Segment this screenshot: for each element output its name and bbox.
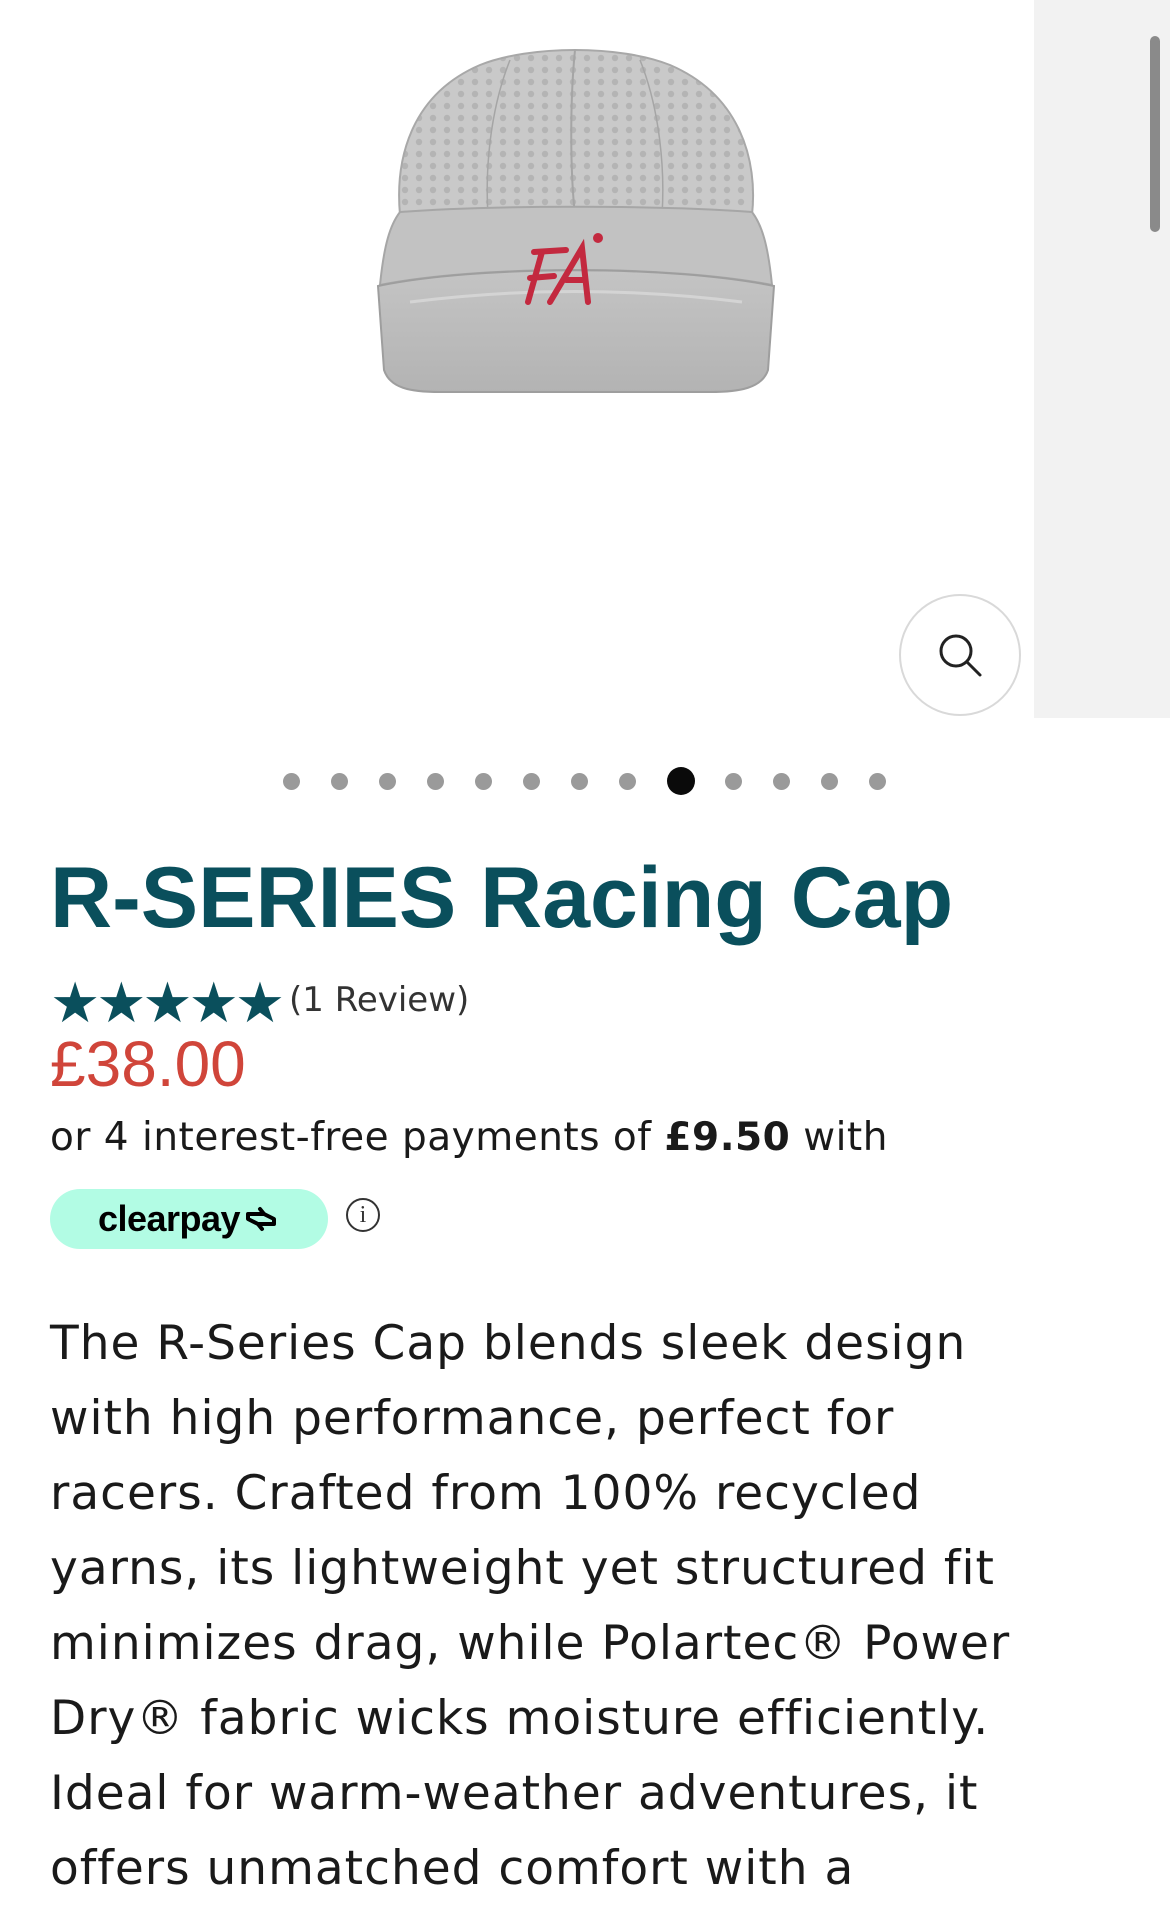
slide-dot[interactable] bbox=[523, 773, 540, 790]
product-price: £38.00 bbox=[50, 1028, 246, 1100]
slide-dot[interactable] bbox=[619, 773, 636, 790]
clearpay-installments-text: or 4 interest-free payments of £9.50 wit… bbox=[50, 1110, 888, 1166]
product-title: R-SERIES Racing Cap bbox=[50, 850, 954, 946]
product-image[interactable] bbox=[370, 40, 780, 410]
slide-dot[interactable] bbox=[475, 773, 492, 790]
clearpay-badge[interactable]: clearpay bbox=[50, 1189, 328, 1249]
clearpay-arrows-icon bbox=[246, 1207, 277, 1231]
magnifier-icon bbox=[939, 634, 982, 677]
slide-dot[interactable] bbox=[379, 773, 396, 790]
slide-pagination[interactable] bbox=[0, 764, 1170, 796]
review-count-link[interactable]: (1 Review) bbox=[289, 980, 469, 1020]
slide-dot[interactable] bbox=[869, 773, 886, 790]
slide-dot[interactable] bbox=[773, 773, 790, 790]
product-rating[interactable]: ★★★★★ (1 Review) bbox=[50, 976, 469, 1032]
description-line: yarns, its lightweight yet structured fi… bbox=[50, 1541, 995, 1596]
clearpay-logo-text: clearpay bbox=[97, 1198, 241, 1239]
product-gallery[interactable] bbox=[0, 0, 1170, 720]
description-line: racers. Crafted from 100% recycled bbox=[50, 1466, 922, 1521]
slide-dot[interactable] bbox=[427, 773, 444, 790]
description-line: minimizes drag, while Polartec® Power bbox=[50, 1616, 1011, 1671]
slide-dot[interactable] bbox=[331, 773, 348, 790]
installments-prefix: or 4 interest-free payments of bbox=[50, 1115, 665, 1160]
zoom-button[interactable] bbox=[899, 594, 1021, 716]
product-description: The R-Series Cap blends sleek design with… bbox=[50, 1306, 1090, 1906]
slide-dot[interactable] bbox=[821, 773, 838, 790]
description-line: The R-Series Cap blends sleek design bbox=[50, 1316, 967, 1371]
slide-dot-active[interactable] bbox=[667, 767, 695, 795]
info-icon[interactable]: i bbox=[346, 1198, 380, 1232]
description-line: Dry® fabric wicks moisture efficiently. bbox=[50, 1691, 990, 1746]
installment-amount: £9.50 bbox=[664, 1115, 791, 1160]
installments-suffix: with bbox=[790, 1115, 888, 1160]
description-line: Ideal for warm-weather adventures, it bbox=[50, 1766, 979, 1821]
description-line: with high performance, perfect for bbox=[50, 1391, 895, 1446]
slide-dot[interactable] bbox=[725, 773, 742, 790]
scrollbar[interactable] bbox=[1150, 36, 1160, 232]
product-page: R-SERIES Racing Cap ★★★★★ (1 Review) £38… bbox=[0, 0, 1170, 1921]
star-rating-icon: ★★★★★ bbox=[50, 971, 285, 1036]
description-line: offers unmatched comfort with a bbox=[50, 1841, 855, 1896]
slide-dot[interactable] bbox=[571, 773, 588, 790]
slide-dot[interactable] bbox=[283, 773, 300, 790]
